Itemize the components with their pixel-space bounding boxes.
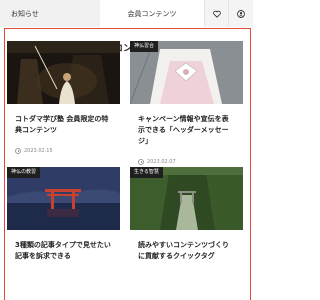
content-card[interactable]: コトダマ学び塾 会員限定の特典コンテンツ 2023.02.15 — [7, 41, 120, 161]
card-date-text: 2023.02.07 — [147, 159, 176, 165]
user-icon — [236, 9, 245, 18]
content-card[interactable]: 神仏習合 キャンペーン情報や宣伝を表示できる「ヘッダーメッセージ」 2023.0… — [130, 41, 243, 165]
category-badge: 神仏習合 — [130, 41, 159, 52]
card-thumbnail: 神仏の教習 — [7, 167, 120, 230]
heart-icon — [212, 10, 221, 18]
card-date: 2023.02.07 — [138, 159, 235, 165]
clock-icon — [138, 159, 144, 165]
category-badge: 神仏の教習 — [7, 167, 41, 178]
tab-members[interactable]: 会員コンテンツ — [100, 0, 204, 27]
top-tab-bar: お知らせ 会員コンテンツ — [0, 0, 253, 27]
card-date-text: 2023.02.15 — [24, 148, 53, 154]
account-button[interactable] — [228, 0, 252, 27]
favorites-button[interactable] — [204, 0, 228, 27]
clock-icon — [15, 148, 21, 154]
content-card[interactable]: 神仏の教習 3種類の記事タイプで見せたい記事を訴求できる — [7, 167, 120, 277]
card-date: 2023.02.15 — [15, 148, 112, 154]
tab-news[interactable]: お知らせ — [0, 0, 100, 27]
card-thumbnail: 神仏習合 — [130, 41, 243, 104]
card-title: 3種類の記事タイプで見せたい記事を訴求できる — [15, 241, 111, 260]
card-title: コトダマ学び塾 会員限定の特典コンテンツ — [15, 115, 109, 134]
card-thumbnail — [7, 41, 120, 104]
card-title: 読みやすいコンテンツづくりに貢献するクイックタグ — [138, 241, 229, 260]
category-badge: 生きる智慧 — [130, 167, 163, 178]
card-title: キャンペーン情報や宣伝を表示できる「ヘッダーメッセージ」 — [138, 115, 229, 145]
content-card[interactable]: 生きる智慧 読みやすいコンテンツづくりに貢献するクイックタグ — [130, 167, 243, 277]
card-thumbnail: 生きる智慧 — [130, 167, 243, 230]
